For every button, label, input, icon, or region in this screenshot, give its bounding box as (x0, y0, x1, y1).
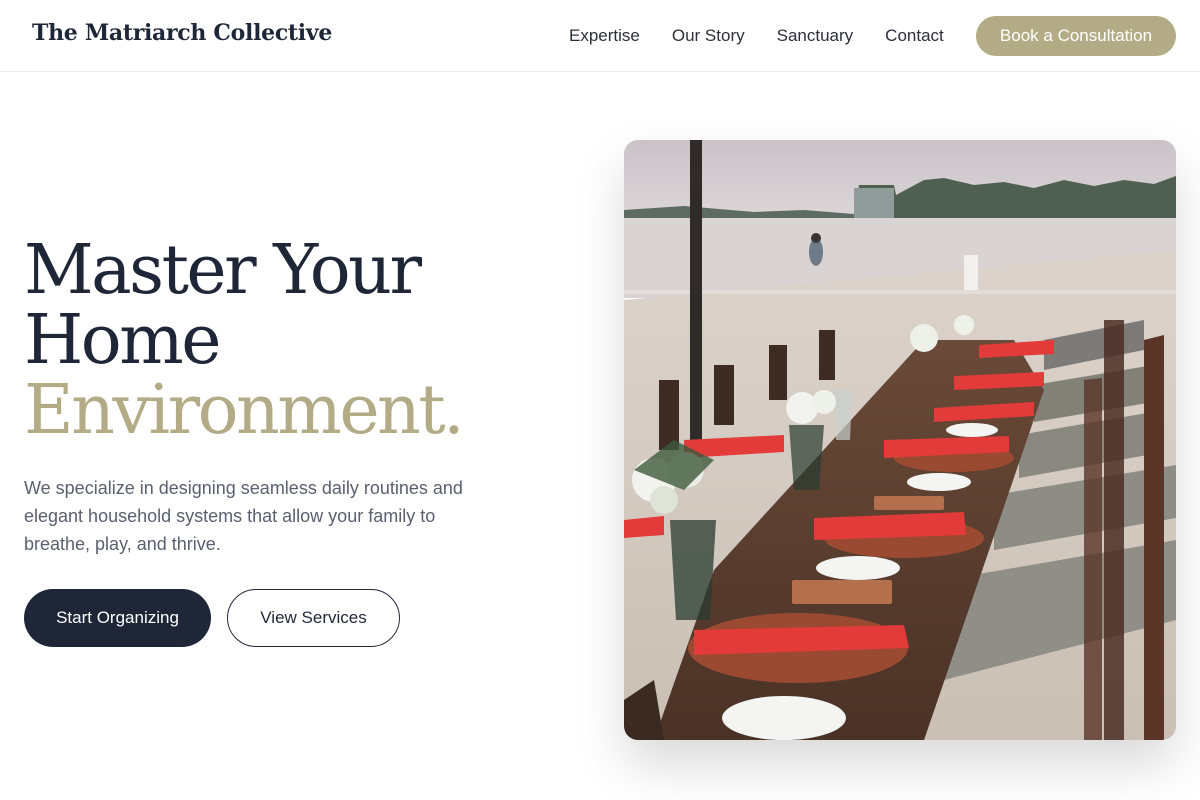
nav-link-expertise[interactable]: Expertise (569, 0, 640, 72)
headline-accent: Environment. (24, 371, 465, 450)
hero-image (624, 140, 1176, 740)
nav-link-contact[interactable]: Contact (885, 0, 944, 72)
view-services-button[interactable]: View Services (227, 589, 400, 647)
headline-line-2: Home (24, 301, 221, 380)
main-nav: Expertise Our Story Sanctuary Contact (569, 0, 976, 72)
nav-link-sanctuary[interactable]: Sanctuary (777, 0, 854, 72)
nav-link-our-story[interactable]: Our Story (672, 0, 745, 72)
book-consultation-button[interactable]: Book a Consultation (976, 16, 1176, 56)
site-header: The Matriarch Collective Expertise Our S… (0, 0, 1200, 72)
headline-line-1: Master Your (24, 231, 422, 310)
hero-subtitle: We specialize in designing seamless dail… (24, 478, 463, 554)
dining-table-illustration (624, 140, 1176, 740)
brand-logo[interactable]: The Matriarch Collective (32, 20, 332, 46)
hero-headline: Master Your Home Environment. (24, 236, 544, 446)
start-organizing-button[interactable]: Start Organizing (24, 589, 211, 647)
